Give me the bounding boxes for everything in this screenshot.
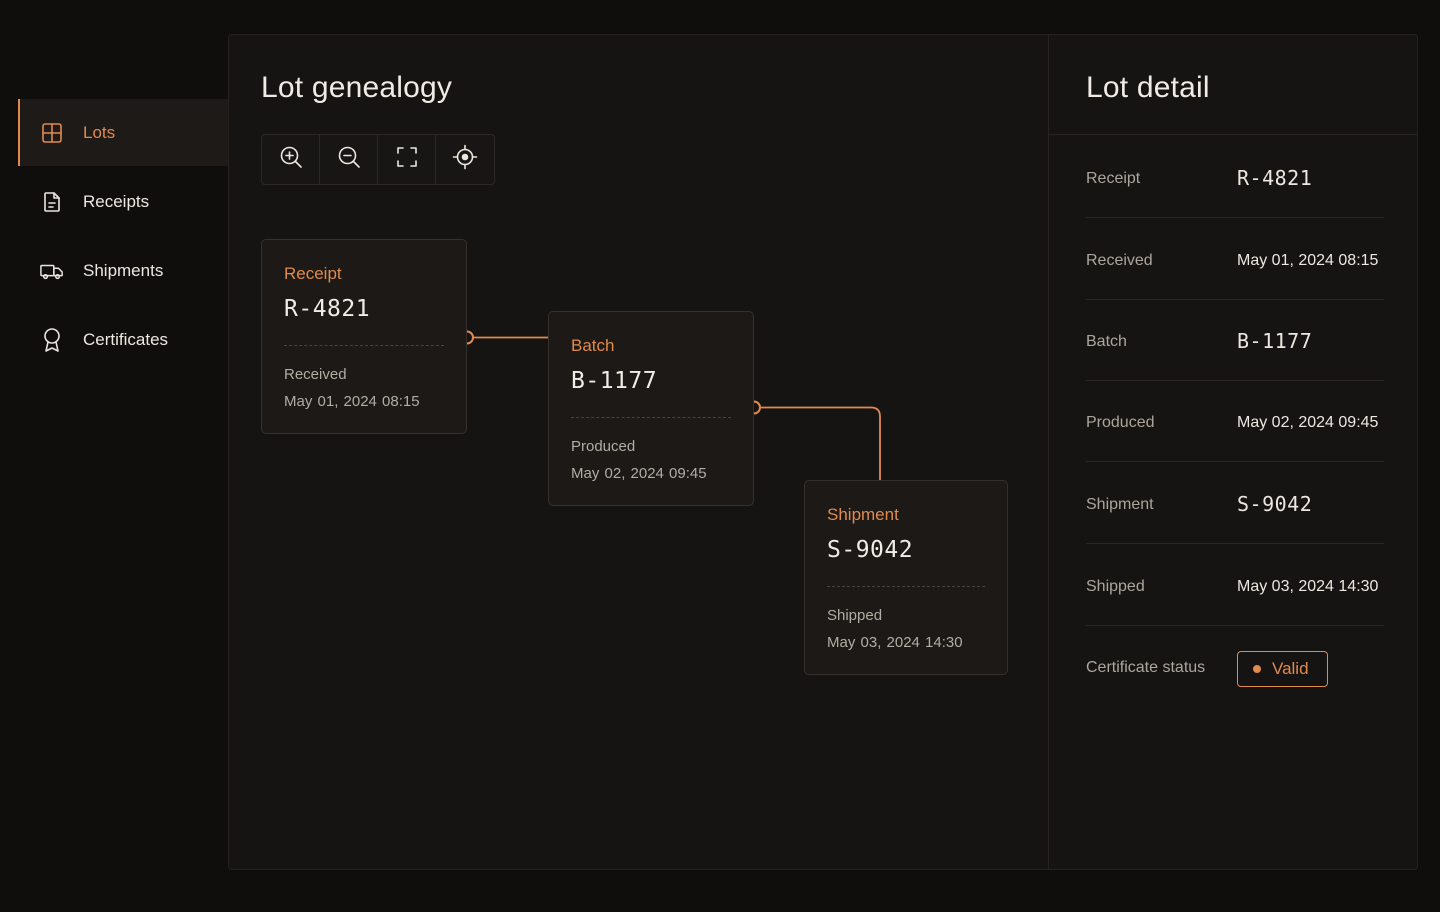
fit-screen-button[interactable] (378, 135, 436, 184)
detail-row-shipped: Shipped May 03, 2024 14:30 (1086, 544, 1384, 626)
detail-row-produced: Produced May 02, 2024 09:45 (1086, 380, 1384, 462)
detail-row-receipt: Receipt R-4821 (1086, 136, 1384, 218)
sidebar-item-lots[interactable]: Lots (18, 99, 228, 166)
award-icon (40, 327, 64, 352)
divider (827, 586, 985, 587)
node-meta-value: May 02, 2024 09:45 (571, 465, 707, 482)
sidebar-item-certificates[interactable]: Certificates (18, 306, 228, 373)
fit-screen-icon (395, 145, 419, 174)
detail-value: R-4821 (1237, 166, 1313, 190)
page-title: Lot genealogy (261, 71, 453, 104)
node-meta-label: Produced (571, 438, 636, 455)
sidebar-item-label: Certificates (83, 329, 169, 349)
sidebar-item-receipts[interactable]: Receipts (18, 168, 228, 235)
detail-label: Received (1086, 252, 1153, 269)
sidebar: Lots Receipts Shipments Certificates (0, 0, 228, 912)
node-batch[interactable]: Batch B-1177 Produced May 02, 2024 09:45 (548, 311, 754, 506)
sidebar-item-label: Receipts (83, 191, 150, 211)
detail-label: Batch (1086, 333, 1127, 350)
node-meta-label: Shipped (827, 607, 883, 624)
node-code: R-4821 (284, 296, 371, 322)
node-type: Shipment (827, 505, 899, 524)
detail-value: May 03, 2024 14:30 (1237, 578, 1379, 595)
sidebar-item-label: Shipments (83, 260, 164, 280)
detail-label: Produced (1086, 414, 1155, 431)
certificate-status-label: Certificate status (1086, 659, 1206, 676)
detail-value: May 02, 2024 09:45 (1237, 414, 1379, 431)
locate-icon (452, 144, 478, 175)
zoom-out-button[interactable] (320, 135, 378, 184)
detail-pane: Lot detail Receipt R-4821 Received May 0… (1048, 35, 1418, 869)
detail-label: Shipped (1086, 578, 1145, 595)
divider (571, 417, 731, 418)
truck-icon (40, 259, 64, 283)
node-receipt[interactable]: Receipt R-4821 Received May 01, 2024 08:… (261, 239, 467, 434)
zoom-in-button[interactable] (262, 135, 320, 184)
main-panel: Lot genealogy Receipt R-4821 Received Ma… (228, 34, 1418, 870)
detail-title: Lot detail (1086, 71, 1210, 104)
status-badge-label: Valid (1272, 659, 1309, 678)
locate-button[interactable] (436, 135, 494, 184)
node-code: S-9042 (827, 537, 914, 563)
node-meta-label: Received (284, 366, 347, 383)
node-shipment[interactable]: Shipment S-9042 Shipped May 03, 2024 14:… (804, 480, 1008, 675)
status-dot-icon (1253, 665, 1261, 673)
detail-row-batch: Batch B-1177 (1086, 299, 1384, 381)
node-meta-value: May 03, 2024 14:30 (827, 634, 963, 651)
sidebar-item-shipments[interactable]: Shipments (18, 237, 228, 304)
genealogy-pane: Lot genealogy Receipt R-4821 Received Ma… (229, 35, 1048, 869)
node-code: B-1177 (571, 368, 658, 394)
document-icon (40, 190, 64, 214)
zoom-out-icon (336, 144, 362, 175)
zoom-in-icon (278, 144, 304, 175)
detail-row-shipment: Shipment S-9042 (1086, 462, 1384, 544)
node-type: Batch (571, 336, 615, 355)
detail-label: Receipt (1086, 170, 1141, 187)
status-badge: Valid (1237, 651, 1328, 687)
sidebar-item-label: Lots (83, 122, 116, 142)
divider (284, 345, 444, 346)
detail-value: B-1177 (1237, 329, 1313, 353)
node-meta-value: May 01, 2024 08:15 (284, 393, 420, 410)
node-type: Receipt (284, 264, 342, 283)
detail-value: May 01, 2024 08:15 (1237, 252, 1379, 269)
divider (1049, 134, 1418, 135)
detail-row-received: Received May 01, 2024 08:15 (1086, 218, 1384, 300)
detail-value: S-9042 (1237, 492, 1313, 516)
graph-toolbar (261, 134, 495, 185)
grid-icon (40, 121, 64, 145)
detail-label: Shipment (1086, 496, 1154, 513)
